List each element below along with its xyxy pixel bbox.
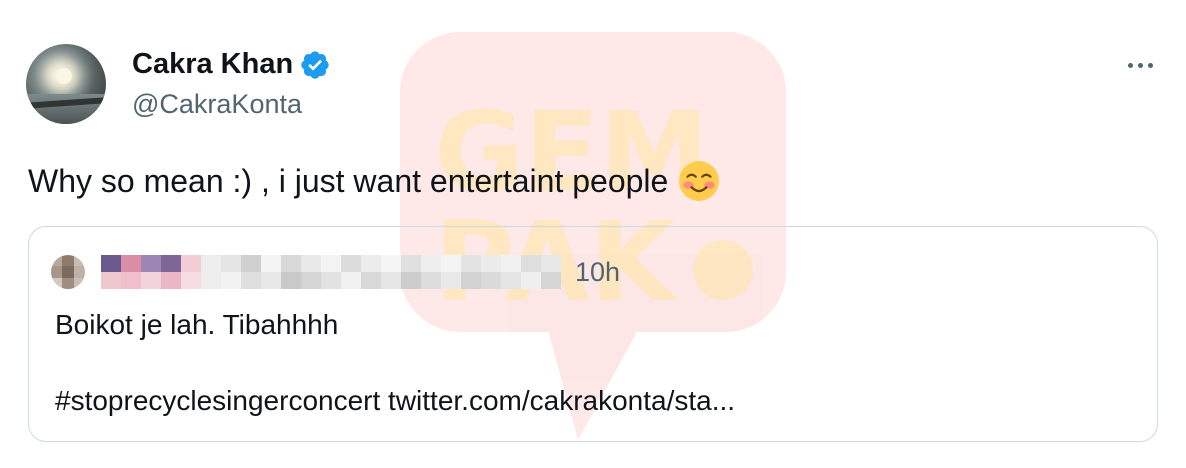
tweet-text-content: Why so mean :) , i just want entertaint … <box>28 162 669 199</box>
author-display-name[interactable]: Cakra Khan <box>132 48 293 81</box>
avatar-sun <box>56 68 72 84</box>
more-dot <box>1147 62 1153 68</box>
more-dot <box>1137 62 1143 68</box>
quoted-tweet-text-line1: Boikot je lah. Tibahhhh <box>55 309 339 340</box>
quoted-tweet-card[interactable]: 10h Boikot je lah. Tibahhhh #stoprecycle… <box>28 226 1158 442</box>
author-avatar[interactable] <box>26 44 106 124</box>
quoted-tweet-time[interactable]: 10h <box>575 257 620 288</box>
quoted-author-avatar-blurred[interactable] <box>51 255 85 289</box>
smiling-face-with-blush-icon <box>679 161 720 201</box>
quoted-author-name-blurred[interactable] <box>101 255 561 289</box>
tweet-text: Why so mean :) , i just want entertaint … <box>28 160 720 202</box>
author-handle[interactable]: @CakraKonta <box>132 89 302 120</box>
more-dot <box>1127 62 1133 68</box>
verified-badge-icon[interactable] <box>299 49 331 81</box>
more-horizontal-icon[interactable] <box>1120 58 1160 72</box>
author-name-row[interactable]: Cakra Khan <box>132 48 331 81</box>
quoted-tweet-text-line2: #stoprecyclesingerconcert twitter.com/ca… <box>55 385 736 416</box>
quoted-tweet-header: 10h <box>51 255 620 289</box>
